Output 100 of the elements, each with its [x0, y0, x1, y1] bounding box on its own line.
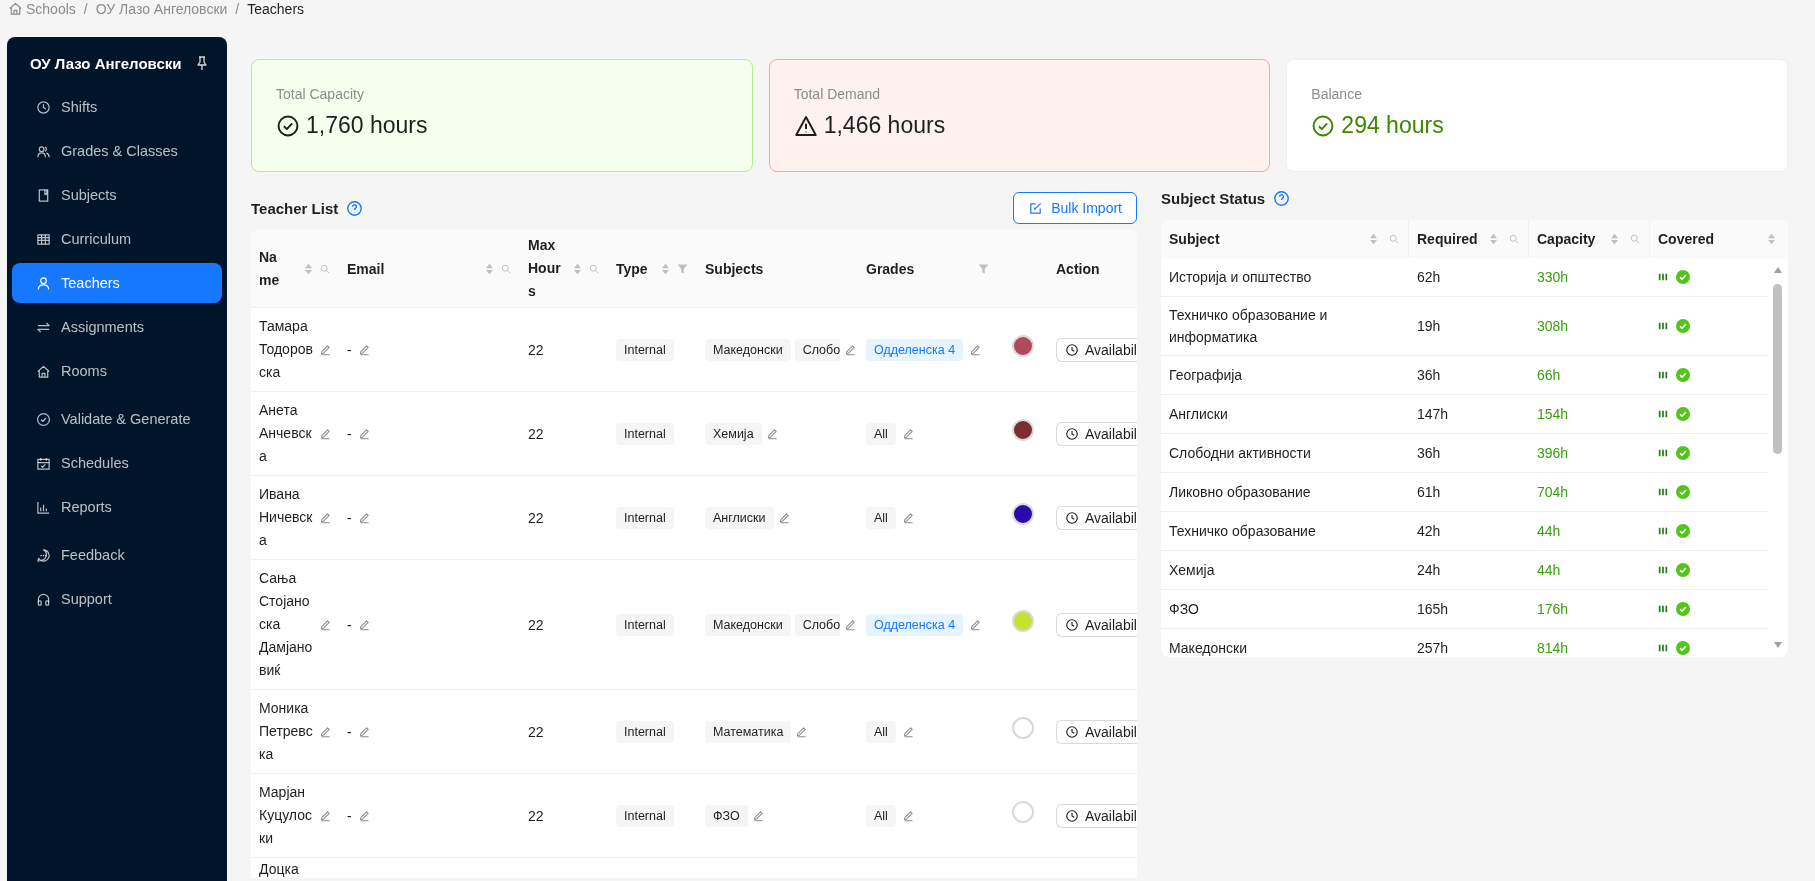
sidebar-item[interactable]: Reports: [12, 487, 222, 527]
edit-icon[interactable]: [751, 809, 765, 822]
scroll-up-icon[interactable]: [1771, 266, 1784, 274]
search-icon[interactable]: [1508, 233, 1520, 245]
sort-icon[interactable]: [485, 261, 494, 276]
search-icon[interactable]: [500, 262, 512, 275]
empty-color-swatch[interactable]: [1012, 800, 1034, 823]
import-icon: [1028, 200, 1044, 216]
edit-icon[interactable]: [969, 618, 983, 631]
required-hours: 61h: [1417, 483, 1441, 502]
sort-icon[interactable]: [304, 261, 313, 276]
edit-icon[interactable]: [765, 427, 779, 440]
sidebar-item[interactable]: Feedback: [12, 535, 222, 575]
stat-value: 1,760 hours: [306, 112, 428, 139]
edit-icon[interactable]: [777, 511, 791, 524]
edit-icon[interactable]: [319, 618, 332, 631]
required-hours: 36h: [1417, 444, 1441, 463]
level-bars-icon: [1658, 565, 1668, 575]
level-bars-icon: [1658, 370, 1668, 380]
required-hours: 24h: [1417, 561, 1441, 580]
edit-icon[interactable]: [357, 343, 371, 356]
column-header: Covered: [1658, 231, 1715, 247]
edit-icon[interactable]: [357, 725, 371, 738]
subject-tag: Англиски: [705, 506, 774, 529]
edit-icon[interactable]: [357, 809, 371, 822]
subject-name: Техничко образование и информатика: [1169, 306, 1329, 347]
sort-icon[interactable]: [1767, 232, 1776, 246]
teacher-name: Анета Анчевска: [259, 401, 313, 466]
sidebar-item[interactable]: Rooms: [12, 351, 222, 391]
color-swatch[interactable]: [1012, 418, 1034, 441]
search-icon[interactable]: [1388, 233, 1400, 245]
subject-tag: Математика: [705, 720, 792, 743]
filter-icon[interactable]: [676, 262, 689, 275]
empty-color-swatch[interactable]: [1012, 716, 1034, 739]
edit-icon[interactable]: [319, 511, 332, 524]
clock-icon: [1065, 724, 1079, 739]
color-swatch[interactable]: [1012, 609, 1034, 632]
scrollbar-thumb[interactable]: [1772, 284, 1782, 454]
breadcrumb-link[interactable]: Teachers: [247, 0, 305, 17]
teacher-name: Тамара Тодоровска: [259, 317, 313, 382]
grade-tag: Одделенска 4: [866, 338, 964, 361]
sidebar-item[interactable]: Validate & Generate: [12, 399, 222, 439]
filter-icon[interactable]: [977, 262, 990, 275]
search-icon[interactable]: [319, 262, 331, 275]
availability-button[interactable]: Availabil: [1056, 337, 1137, 362]
availability-button[interactable]: Availabil: [1056, 612, 1137, 637]
sidebar-item[interactable]: Curriculum: [12, 219, 222, 259]
availability-button[interactable]: Availabil: [1056, 803, 1137, 828]
sidebar-item[interactable]: Assignments: [12, 307, 222, 347]
availability-button[interactable]: Availabil: [1056, 505, 1137, 530]
edit-icon[interactable]: [795, 725, 809, 738]
help-icon[interactable]: [1273, 189, 1291, 207]
help-icon[interactable]: [346, 199, 364, 217]
color-swatch[interactable]: [1012, 502, 1034, 525]
edit-icon[interactable]: [357, 511, 371, 524]
breadcrumb-separator: /: [83, 0, 88, 17]
required-hours: 62h: [1417, 268, 1441, 287]
grade-tag: All: [866, 720, 896, 743]
edit-icon[interactable]: [901, 725, 915, 738]
sidebar-item[interactable]: Teachers: [12, 263, 222, 303]
people-icon: [36, 143, 51, 159]
edit-icon[interactable]: [969, 343, 983, 356]
bulk-import-button[interactable]: Bulk Import: [1013, 192, 1137, 224]
sort-icon[interactable]: [1489, 232, 1498, 246]
edit-icon[interactable]: [901, 809, 915, 822]
edit-icon[interactable]: [319, 427, 332, 440]
edit-icon[interactable]: [357, 618, 371, 631]
required-hours: 257h: [1417, 639, 1449, 657]
sort-icon[interactable]: [1369, 232, 1378, 246]
capacity-hours: 44h: [1537, 522, 1561, 541]
edit-icon[interactable]: [319, 343, 332, 356]
capacity-hours: 704h: [1537, 483, 1569, 502]
search-icon[interactable]: [588, 262, 600, 275]
teacher-name: Марјан Куцулоски: [259, 783, 313, 848]
edit-icon[interactable]: [844, 618, 858, 631]
teacher-name: Сања Стојаноска Дамјановиќ: [259, 569, 313, 680]
edit-icon[interactable]: [319, 809, 332, 822]
required-hours: 42h: [1417, 522, 1441, 541]
subject-name: ФЗО: [1169, 600, 1199, 619]
clock-icon: [1065, 510, 1079, 525]
sidebar-item[interactable]: Shifts: [12, 87, 222, 127]
availability-button[interactable]: Availabil: [1056, 719, 1137, 744]
sort-icon[interactable]: [573, 261, 582, 276]
sort-icon[interactable]: [1610, 232, 1619, 246]
edit-icon[interactable]: [901, 511, 915, 524]
color-swatch[interactable]: [1012, 334, 1034, 357]
sidebar-item[interactable]: Subjects: [12, 175, 222, 215]
subject-name: Англиски: [1169, 405, 1228, 424]
sidebar-item[interactable]: Support: [12, 579, 222, 619]
sort-icon[interactable]: [661, 261, 670, 276]
edit-icon[interactable]: [319, 725, 332, 738]
availability-button[interactable]: Availabil: [1056, 421, 1137, 446]
sidebar-item[interactable]: Schedules: [12, 443, 222, 483]
subject-tag: Слобо: [794, 338, 841, 361]
sidebar-item[interactable]: Grades & Classes: [12, 131, 222, 171]
search-icon[interactable]: [1629, 233, 1641, 245]
edit-icon[interactable]: [901, 427, 915, 440]
edit-icon[interactable]: [844, 343, 858, 356]
scroll-down-icon[interactable]: [1771, 641, 1784, 649]
edit-icon[interactable]: [357, 427, 371, 440]
